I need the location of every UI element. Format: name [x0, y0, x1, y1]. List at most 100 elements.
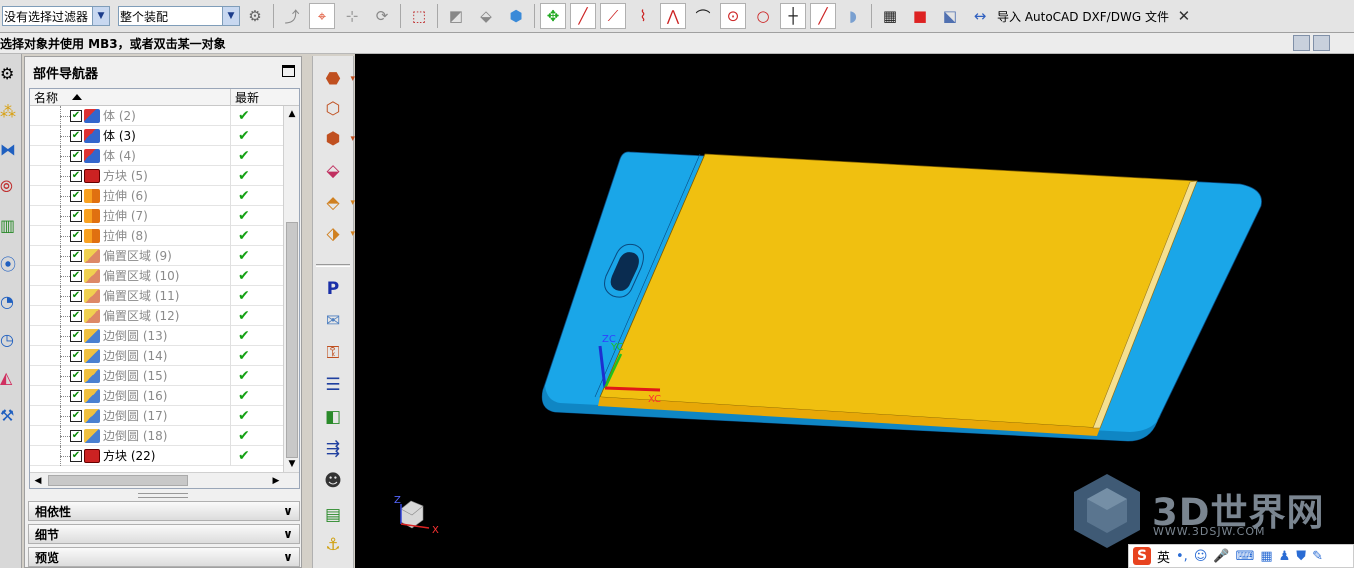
feature-name-cell[interactable]: ✔ 偏置区域 (9): [30, 245, 231, 266]
feature-name-cell[interactable]: ✔ 边倒圆 (14): [30, 345, 231, 366]
circle-center-icon[interactable]: ⊙: [720, 3, 746, 29]
feature-name-cell[interactable]: ✔ 体 (3): [30, 125, 231, 146]
ime-language-toggle[interactable]: 英: [1157, 547, 1170, 566]
circle-point-icon[interactable]: ○: [750, 3, 776, 29]
scroll-left-icon[interactable]: ◀: [30, 473, 46, 488]
table-row[interactable]: ✔ 拉伸 (6) ✔: [30, 185, 299, 206]
sogou-logo-icon[interactable]: S: [1133, 547, 1151, 565]
visibility-checkbox[interactable]: ✔: [70, 229, 82, 242]
table-row[interactable]: ✔ 体 (4) ✔: [30, 145, 299, 166]
table-row[interactable]: ✔ 方块 (5) ✔: [30, 165, 299, 186]
scroll-down-icon[interactable]: ▼: [284, 456, 299, 472]
feature-icon[interactable]: ⬣: [320, 66, 355, 92]
trim-body-icon[interactable]: ⬙: [320, 158, 346, 184]
visibility-checkbox[interactable]: ✔: [70, 389, 82, 402]
shade-icon[interactable]: ◩: [443, 3, 469, 29]
web-browser-icon[interactable]: ⦿: [0, 244, 22, 282]
table-row[interactable]: ✔ 边倒圆 (17) ✔: [30, 405, 299, 426]
red-cube-icon[interactable]: ■: [907, 3, 933, 29]
table-row[interactable]: ✔ 边倒圆 (15) ✔: [30, 365, 299, 386]
cursor-icon[interactable]: ⊹: [339, 3, 365, 29]
feature-name-cell[interactable]: ✔ 方块 (22): [30, 445, 231, 466]
feature-name-cell[interactable]: ✔ 方块 (5): [30, 165, 231, 186]
scroll-up-icon[interactable]: ▲: [284, 106, 299, 122]
settings-icon[interactable]: ⚙: [0, 54, 22, 92]
keyboard-icon[interactable]: ⌨: [1236, 549, 1255, 564]
line-icon[interactable]: ╱: [570, 3, 596, 29]
window-restore-button[interactable]: [1293, 35, 1310, 51]
method-icon[interactable]: ⇶: [320, 436, 346, 462]
chevron-down-icon[interactable]: ▼: [222, 7, 239, 25]
create-operation-icon[interactable]: ✉: [320, 308, 346, 334]
visibility-checkbox[interactable]: ✔: [70, 289, 82, 302]
wrench-icon[interactable]: ✎: [1312, 549, 1323, 564]
feature-name-cell[interactable]: ✔ 边倒圆 (17): [30, 405, 231, 426]
chevron-down-icon[interactable]: ∨: [279, 526, 297, 542]
dependencies-panel[interactable]: 相依性 ∨: [28, 501, 300, 521]
visibility-checkbox[interactable]: ✔: [70, 129, 82, 142]
table-row[interactable]: ✔ 偏置区域 (12) ✔: [30, 305, 299, 326]
visibility-checkbox[interactable]: ✔: [70, 209, 82, 222]
table-row[interactable]: ✔ 体 (2) ✔: [30, 105, 299, 126]
visibility-checkbox[interactable]: ✔: [70, 309, 82, 322]
skin-icon[interactable]: ⛊: [1296, 549, 1306, 564]
horizontal-scroll-thumb[interactable]: [48, 475, 188, 486]
splitter-grip[interactable]: [138, 493, 188, 498]
visibility-checkbox[interactable]: ✔: [70, 269, 82, 282]
visibility-checkbox[interactable]: ✔: [70, 109, 82, 122]
scroll-thumb[interactable]: [286, 222, 298, 458]
column-name-header[interactable]: 名称: [30, 89, 231, 105]
assembly-filter-icon[interactable]: ⚙: [242, 3, 268, 29]
ime-toolbar[interactable]: S 英 •, ☺ 🎤 ⌨ ▦ ♟ ⛊ ✎: [1128, 544, 1354, 568]
scroll-right-icon[interactable]: ▶: [268, 473, 284, 488]
maximize-icon[interactable]: [282, 65, 295, 77]
table-row[interactable]: ✔ 方块 (22) ✔: [30, 445, 299, 466]
visibility-checkbox[interactable]: ✔: [70, 349, 82, 362]
tool-icon[interactable]: ⚿: [320, 340, 346, 366]
table-row[interactable]: ✔ 边倒圆 (18) ✔: [30, 425, 299, 446]
feature-name-cell[interactable]: ✔ 体 (2): [30, 105, 231, 126]
feature-name-cell[interactable]: ✔ 边倒圆 (18): [30, 425, 231, 446]
part-nav-icon[interactable]: ⦾: [0, 168, 22, 206]
lasso-icon[interactable]: ⟳: [369, 3, 395, 29]
chevron-down-icon[interactable]: ∨: [279, 549, 297, 565]
snap-point-icon[interactable]: ✥: [540, 3, 566, 29]
visibility-checkbox[interactable]: ✔: [70, 149, 82, 162]
curve-icon[interactable]: ⌇: [630, 3, 656, 29]
table-row[interactable]: ✔ 偏置区域 (9) ✔: [30, 245, 299, 266]
feature-name-cell[interactable]: ✔ 偏置区域 (12): [30, 305, 231, 326]
shop-doc-icon[interactable]: ⚓: [320, 532, 346, 558]
feature-name-cell[interactable]: ✔ 边倒圆 (15): [30, 365, 231, 386]
table-row[interactable]: ✔ 偏置区域 (10) ✔: [30, 265, 299, 286]
feature-name-cell[interactable]: ✔ 拉伸 (8): [30, 225, 231, 246]
history-icon[interactable]: ◔: [0, 282, 22, 320]
visibility-checkbox[interactable]: ✔: [70, 169, 82, 182]
blend-icon[interactable]: ⬗: [320, 221, 355, 247]
snap-icon[interactable]: ⤴: [279, 3, 305, 29]
select-point-icon[interactable]: ⌖: [309, 3, 335, 29]
visibility-checkbox[interactable]: ✔: [70, 369, 82, 382]
details-panel[interactable]: 细节 ∨: [28, 524, 300, 544]
revolve-icon[interactable]: ⬢: [320, 126, 355, 152]
scope-dropdown[interactable]: 整个装配 ▼: [118, 6, 240, 26]
arc-tangent-icon[interactable]: ⌒: [690, 3, 716, 29]
import-dxf-label[interactable]: 导入 AutoCAD DXF/DWG 文件: [997, 8, 1169, 25]
preview-panel[interactable]: 预览 ∨: [28, 547, 300, 567]
nc-program-icon[interactable]: P: [320, 276, 346, 302]
clock-icon[interactable]: ◷: [0, 320, 22, 358]
measure-icon[interactable]: ↔: [967, 3, 993, 29]
table-row[interactable]: ✔ 边倒圆 (14) ✔: [30, 345, 299, 366]
horizontal-scrollbar[interactable]: ◀ ▶: [30, 472, 299, 488]
microphone-icon[interactable]: 🎤: [1213, 549, 1229, 564]
table-row[interactable]: ✔ 体 (3) ✔: [30, 125, 299, 146]
reuse-library-icon[interactable]: ▥: [0, 206, 22, 244]
feature-name-cell[interactable]: ✔ 偏置区域 (10): [30, 265, 231, 286]
polyline-icon[interactable]: ⋀: [660, 3, 686, 29]
view-cube-icon[interactable]: ⬢: [503, 3, 529, 29]
offset-face-icon[interactable]: ⬘: [320, 190, 355, 216]
table-row[interactable]: ✔ 偏置区域 (11) ✔: [30, 285, 299, 306]
assembly-nav-icon[interactable]: ⁂: [0, 92, 22, 130]
roles-icon[interactable]: ⚒: [0, 396, 22, 434]
visibility-checkbox[interactable]: ✔: [70, 409, 82, 422]
visibility-checkbox[interactable]: ✔: [70, 449, 82, 462]
